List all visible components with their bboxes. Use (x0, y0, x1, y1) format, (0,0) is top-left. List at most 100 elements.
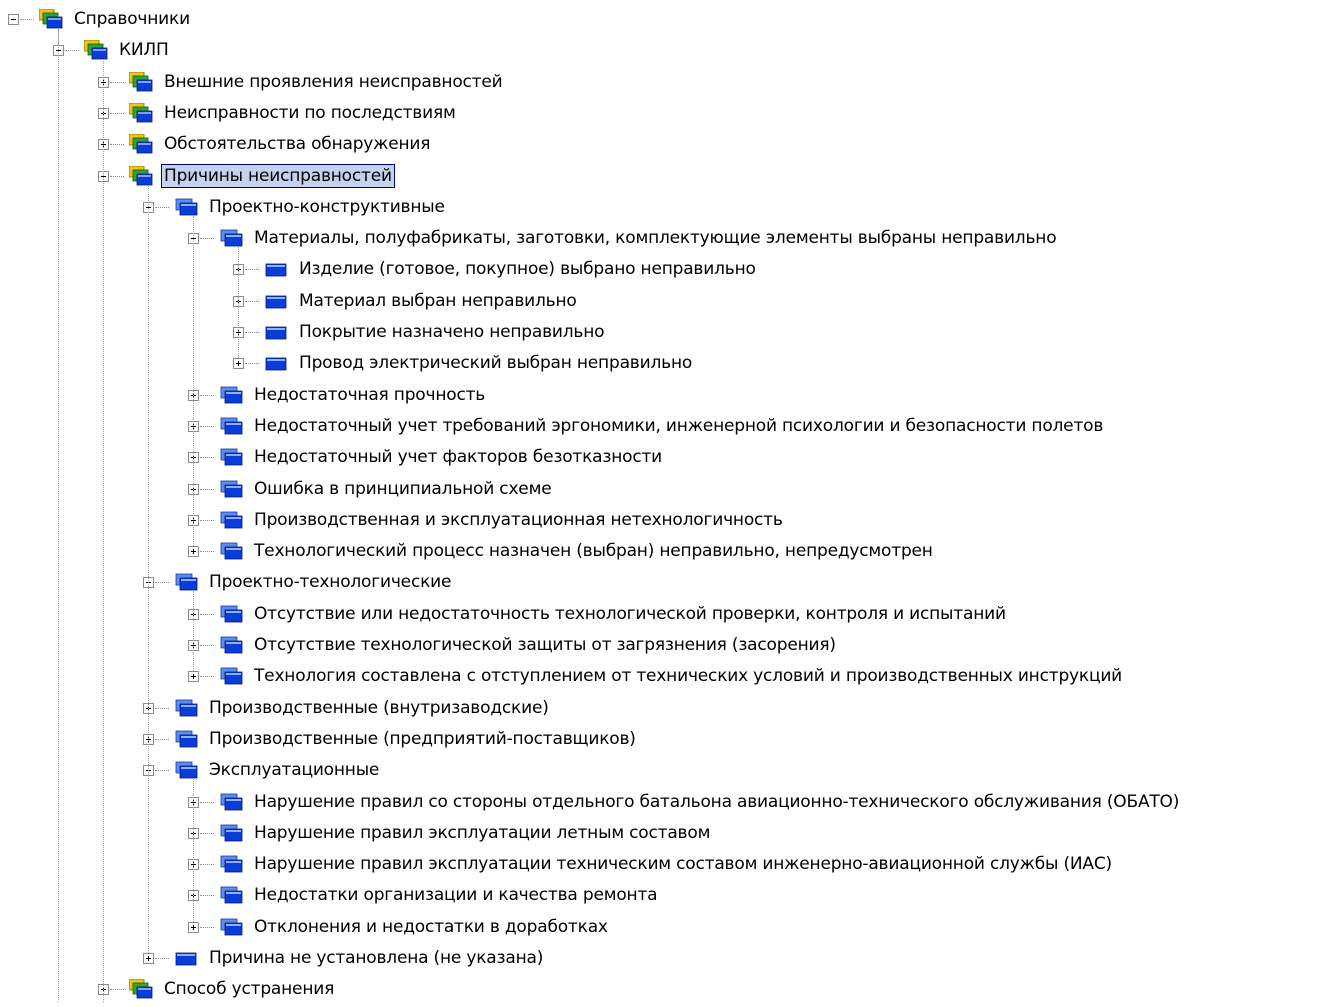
blue-item-icon (264, 353, 288, 373)
tree-connector (65, 50, 79, 52)
stacked-folder-icon (128, 133, 153, 154)
tree-node-label[interactable]: Недостаточный учет факторов безотказност… (251, 446, 665, 468)
tree-guide-line (148, 184, 149, 953)
tree-node-label[interactable]: Причина не установлена (не указана) (206, 947, 546, 969)
blue-stack-icon (219, 823, 243, 843)
tree-node-label[interactable]: Проектно-технологические (206, 571, 454, 593)
tree-guide-line (103, 59, 104, 1002)
blue-stack-icon (219, 385, 243, 405)
tree-guide-line (238, 247, 239, 359)
blue-stack-icon (219, 510, 243, 530)
blue-stack-icon (219, 917, 243, 937)
tree-connector (155, 738, 169, 740)
tree-node-label[interactable]: Производственные (внутризаводские) (206, 697, 552, 719)
tree-node-label[interactable]: Обстоятельства обнаружения (161, 133, 433, 155)
tree-node-label[interactable]: Эксплуатационные (206, 759, 382, 781)
tree-connector (200, 613, 214, 615)
stacked-folder-icon (83, 39, 108, 60)
tree-view[interactable]: Справочники КИЛП Внешние проявления неиспр… (0, 0, 1335, 1002)
tree-connector (110, 175, 124, 177)
stacked-folder-icon (128, 102, 153, 123)
tree-connector (200, 801, 214, 803)
stacked-folder-icon (128, 165, 153, 186)
tree-node-label[interactable]: Отклонения и недостатки в доработках (251, 916, 611, 938)
expand-icon[interactable] (188, 671, 199, 683)
tree-node-label[interactable]: Справочники (71, 8, 193, 30)
blue-stack-icon (219, 666, 243, 686)
tree-node-label[interactable]: Отсутствие или недостаточность технологи… (251, 603, 1009, 625)
blue-item-icon (264, 291, 288, 311)
blue-stack-icon (219, 416, 243, 436)
expand-icon[interactable] (188, 546, 199, 558)
tree-node-label[interactable]: Технология составлена с отступлением от … (251, 665, 1125, 687)
blue-stack-icon (219, 792, 243, 812)
tree-connector (20, 19, 34, 20)
tree-node-label[interactable]: Материалы, полуфабрикаты, заготовки, ком… (251, 227, 1059, 249)
tree-node-label[interactable]: Покрытие назначено неправильно (296, 321, 607, 343)
tree-connector (200, 457, 214, 459)
tree-node-label[interactable]: Производственные (предприятий-поставщико… (206, 728, 639, 750)
tree-node-label[interactable]: Внешние проявления неисправностей (161, 71, 505, 93)
collapse-icon[interactable] (8, 14, 19, 25)
tree-node-label[interactable]: Недостатки организации и качества ремонт… (251, 884, 660, 906)
blue-stack-icon (174, 698, 198, 718)
tree-node-label[interactable]: Производственная и эксплуатационная нете… (251, 509, 786, 531)
tree-connector (200, 394, 214, 396)
tree-connector (110, 144, 124, 146)
tree-node-label[interactable]: КИЛП (116, 39, 172, 61)
tree-node-label[interactable]: Недостаточный учет требований эргономики… (251, 415, 1106, 437)
tree-connector (245, 269, 259, 271)
tree-node-label[interactable]: Технологический процесс назначен (выбран… (251, 540, 936, 562)
blue-item-icon (264, 322, 288, 342)
tree-connector (200, 864, 214, 866)
stacked-folder-icon (38, 8, 63, 29)
tree-node-label[interactable]: Изделие (готовое, покупное) выбрано непр… (296, 258, 759, 280)
blue-item-icon (174, 948, 198, 968)
tree-connector (245, 363, 259, 365)
blue-stack-icon (219, 604, 243, 624)
blue-stack-icon (219, 885, 243, 905)
tree-node-label[interactable]: Отсутствие технологической защиты от заг… (251, 634, 839, 656)
tree-node-label[interactable]: Ошибка в принципиальной схеме (251, 478, 554, 500)
tree-connector (155, 770, 169, 772)
tree-node-label-selected[interactable]: Причины неисправностей (161, 163, 395, 188)
expand-icon[interactable] (188, 921, 199, 933)
tree-connector (155, 206, 169, 208)
tree-node-label[interactable]: Недостаточная прочность (251, 384, 488, 406)
tree-connector (200, 488, 214, 490)
tree-connector (200, 238, 214, 240)
tree-connector (155, 707, 169, 709)
tree-node-label[interactable]: Нарушение правил эксплуатации летным сос… (251, 822, 713, 844)
expand-icon[interactable] (143, 953, 154, 964)
blue-stack-icon (174, 729, 198, 749)
tree-node-label[interactable]: Материал выбран неправильно (296, 290, 580, 312)
blue-stack-icon (219, 854, 243, 874)
blue-stack-icon (219, 541, 243, 561)
tree-connector (200, 926, 214, 928)
tree-connector (245, 332, 259, 333)
blue-stack-icon (219, 479, 243, 499)
tree-node-label[interactable]: Нарушение правил эксплуатации технически… (251, 853, 1115, 875)
tree-connector (200, 895, 214, 897)
tree-connector (155, 958, 169, 959)
tree-connector (110, 81, 124, 83)
blue-stack-icon (219, 228, 243, 248)
tree-connector (200, 676, 214, 678)
tree-node-label[interactable]: Провод электрический выбран неправильно (296, 352, 695, 374)
tree-node-label[interactable]: Нарушение правил со стороны отдельного б… (251, 791, 1182, 813)
tree-guide-line (193, 215, 194, 547)
blue-stack-icon (174, 197, 198, 217)
blue-stack-icon (219, 447, 243, 467)
tree-guide-line (193, 591, 194, 672)
blue-stack-icon (174, 760, 198, 780)
tree-connector (155, 582, 169, 584)
tree-guide-line (58, 28, 59, 1002)
stacked-folder-icon (128, 71, 153, 92)
tree-connector (110, 112, 124, 114)
tree-node-label[interactable]: Неисправности по последствиям (161, 102, 459, 124)
tree-connector (200, 645, 214, 646)
tree-connector (200, 551, 214, 553)
tree-node-label[interactable]: Проектно-конструктивные (206, 196, 448, 218)
tree-node-label[interactable]: Способ устранения (161, 978, 337, 1000)
expand-icon[interactable] (233, 358, 244, 370)
